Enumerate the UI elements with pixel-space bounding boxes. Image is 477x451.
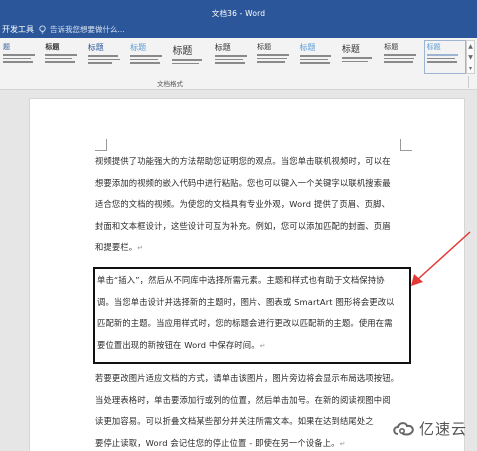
tab-developer[interactable]: 开发工具 bbox=[0, 24, 36, 35]
text-line: 封面和文本框设计，这些设计可互为补充。例如，您可以添加匹配的封面、页眉 bbox=[95, 220, 391, 231]
paragraph-1[interactable]: 视频提供了功能强大的方法帮助您证明您的观点。当您单击联机视频时，可以在 想要添加… bbox=[95, 151, 406, 260]
document-page[interactable]: 视频提供了功能强大的方法帮助您证明您的观点。当您单击联机视频时，可以在 想要添加… bbox=[29, 98, 465, 451]
paragraph-mark: ↵ bbox=[259, 341, 266, 350]
tell-me-text: 告诉我您想要做什么... bbox=[50, 25, 125, 34]
style-thumb[interactable]: 标题 bbox=[85, 40, 127, 74]
tell-me-box[interactable]: 告诉我您想要做什么... bbox=[38, 24, 125, 35]
style-thumb[interactable]: 标题 bbox=[297, 40, 339, 74]
text-line: 视频提供了功能强大的方法帮助您证明您的观点。当您单击联机视频时，可以在 bbox=[95, 156, 391, 166]
group-label: 文档格式 bbox=[157, 80, 183, 88]
title-bar: 文档36 - Word 开发工具 告诉我您想要做什么... bbox=[0, 0, 477, 38]
text-line: 和提要栏。↵ bbox=[95, 242, 144, 252]
text-line: 想要添加的视频的嵌入代码中进行粘贴。您也可以键入一个关键字以联机搜索最 bbox=[95, 177, 391, 188]
margin-corner-top-right bbox=[400, 139, 412, 151]
style-thumb[interactable]: 标题 bbox=[254, 40, 296, 74]
text-line: 调。当您单击设计并选择新的主题时，图片、图表或 SmartArt 图形将会更改以 bbox=[97, 296, 395, 307]
text-line: 读更加容易。可以折叠文档某些部分并关注所需文本。如果在达到结尾处之 bbox=[95, 416, 374, 426]
scroll-up-icon[interactable]: ▲ bbox=[467, 41, 474, 52]
style-thumb[interactable]: 标题 bbox=[381, 40, 423, 74]
margin-corner-top-left bbox=[95, 139, 107, 151]
gallery-scroll[interactable]: ▲ ▼ ▾ bbox=[466, 40, 475, 74]
text-line: 单击“插入”，然后从不同库中选择所需元素。主题和样式也有助于文档保持协 bbox=[97, 275, 385, 285]
expand-gallery-icon[interactable]: ▾ bbox=[467, 63, 474, 74]
group-divider bbox=[468, 76, 469, 88]
style-thumb[interactable]: 标题 bbox=[42, 40, 84, 74]
paragraph-3[interactable]: 若要更改图片适应文档的方式，请单击该图片，图片旁边将会显示布局选项按钮。 当处理… bbox=[95, 368, 406, 451]
scroll-down-icon[interactable]: ▼ bbox=[467, 52, 474, 63]
paragraph-mark: ↵ bbox=[137, 244, 144, 252]
cloud-logo-icon bbox=[393, 421, 414, 435]
paragraph-mark: ↵ bbox=[339, 439, 346, 448]
style-thumb-selected[interactable]: 标题 bbox=[423, 40, 466, 74]
style-thumb[interactable]: 标题 bbox=[127, 40, 169, 74]
bordered-paragraph[interactable]: 单击“插入”，然后从不同库中选择所需元素。主题和样式也有助于文档保持协 调。当您… bbox=[93, 267, 411, 364]
text-line: 适合您的文档的视频。为使您的文档具有专业外观，Word 提供了页眉、页脚、 bbox=[95, 199, 391, 209]
styles-ribbon: 题 标题 标题 标题 标题 标题 标题 标题 标题 标题 标题 ▲ ▼ ▾ 文档… bbox=[0, 38, 477, 90]
styles-gallery: 题 标题 标题 标题 标题 标题 标题 标题 标题 标题 标题 bbox=[0, 40, 466, 74]
text-line: 若要更改图片适应文档的方式，请单击该图片，图片旁边将会显示布局选项按钮。 bbox=[95, 373, 400, 383]
text-line: 要停止读取，Word 会记住您的停止位置 - 即使在另一个设备上。↵ bbox=[95, 437, 346, 448]
watermark-text: 亿速云 bbox=[419, 420, 468, 438]
style-thumb[interactable]: 题 bbox=[0, 40, 42, 74]
style-thumb[interactable]: 标题 bbox=[339, 40, 381, 74]
watermark: 亿速云 bbox=[392, 418, 467, 439]
lightbulb-icon bbox=[39, 25, 46, 34]
paragraph-2[interactable]: 单击“插入”，然后从不同库中选择所需元素。主题和样式也有助于文档保持协 调。当您… bbox=[97, 270, 408, 357]
style-thumb[interactable]: 标题 bbox=[212, 40, 254, 74]
text-line: 要位置出现的新按钮在 Word 中保存时间。↵ bbox=[97, 339, 266, 350]
style-thumb[interactable]: 标题 bbox=[169, 40, 211, 74]
text-line: 匹配新的主题。当应用样式时，您的标题会进行更改以匹配新的主题。使用在需 bbox=[97, 318, 393, 328]
text-line: 当处理表格时，单击要添加行或列的位置，然后单击加号。在新的阅读视图中阅 bbox=[95, 394, 391, 405]
window-title: 文档36 - Word bbox=[211, 9, 266, 18]
